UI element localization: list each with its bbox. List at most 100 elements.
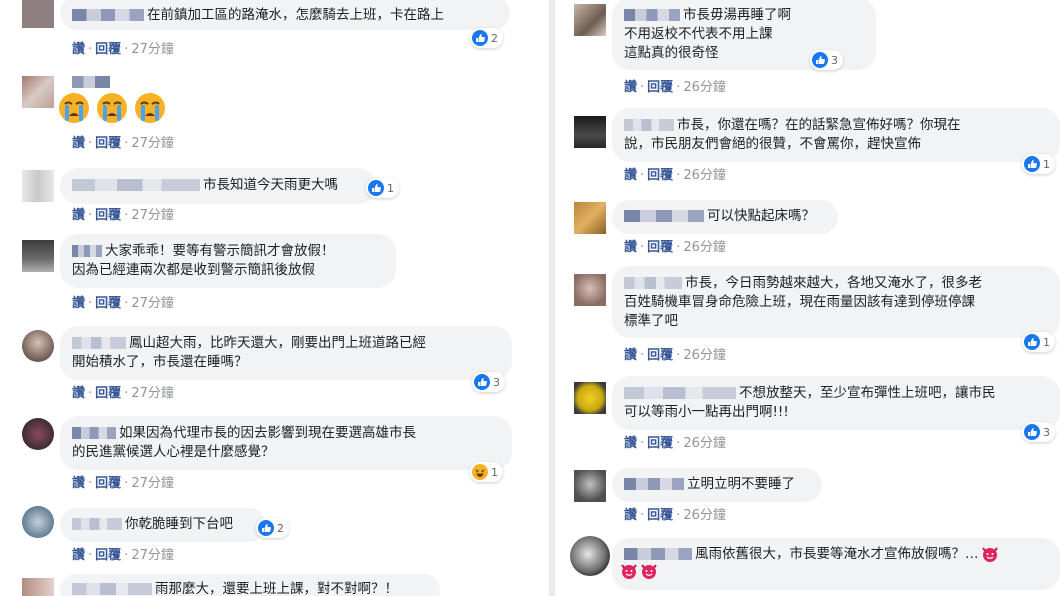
like-link[interactable]: 讚	[72, 548, 85, 563]
like-link[interactable]: 讚	[624, 508, 637, 523]
avatar[interactable]	[22, 240, 54, 272]
commenter-name[interactable]	[72, 583, 152, 595]
commenter-name[interactable]	[624, 387, 736, 399]
reaction-count[interactable]: 1	[1022, 154, 1055, 174]
reaction-count[interactable]: 1	[366, 178, 399, 198]
reaction-count[interactable]: 2	[470, 28, 503, 48]
reaction-count[interactable]: 1	[470, 462, 503, 482]
comment-time[interactable]: 27分鐘	[131, 208, 174, 223]
reply-link[interactable]: 回覆	[95, 42, 121, 57]
crying-emoji-icon	[97, 93, 127, 123]
avatar[interactable]	[22, 170, 54, 202]
avatar[interactable]	[22, 578, 54, 596]
avatar[interactable]	[574, 202, 606, 234]
comment-time[interactable]: 27分鐘	[131, 136, 174, 151]
like-icon	[1024, 424, 1040, 440]
comment-bubble: 如果因為代理市長的因去影響到現在要選高雄市長 的民進黨候選人心裡是什麼感覺？	[60, 416, 512, 470]
avatar[interactable]	[570, 536, 610, 576]
avatar[interactable]	[22, 506, 54, 538]
like-icon	[474, 374, 490, 390]
commenter-name[interactable]	[624, 548, 692, 560]
comment-actions: 讚 · 回覆 · 26分鐘	[624, 436, 726, 451]
avatar[interactable]	[574, 382, 606, 414]
like-link[interactable]: 讚	[72, 136, 85, 151]
avatar[interactable]	[574, 4, 606, 36]
avatar[interactable]	[574, 274, 606, 306]
reaction-count[interactable]: 2	[256, 518, 289, 538]
crying-emoji-icon	[59, 93, 89, 123]
reply-link[interactable]: 回覆	[95, 548, 121, 563]
comment-time[interactable]: 27分鐘	[131, 42, 174, 57]
comment-time[interactable]: 27分鐘	[131, 476, 174, 491]
comment-actions: 讚 · 回覆 · 26分鐘	[624, 348, 726, 363]
comment-bubble: 你乾脆睡到下台吧	[60, 508, 266, 542]
reply-link[interactable]: 回覆	[95, 296, 121, 311]
comment-time[interactable]: 26分鐘	[683, 348, 726, 363]
commenter-name[interactable]	[72, 76, 110, 88]
comment-actions: 讚 · 回覆 · 26分鐘	[624, 508, 726, 523]
commenter-name[interactable]	[72, 9, 144, 21]
commenter-name[interactable]	[624, 210, 704, 222]
like-link[interactable]: 讚	[72, 476, 85, 491]
haha-icon	[472, 464, 488, 480]
comment-time[interactable]: 26分鐘	[683, 436, 726, 451]
comment-time[interactable]: 26分鐘	[683, 80, 726, 95]
comment-text: 市長知道今天雨更大嗎	[203, 177, 338, 193]
commenter-name[interactable]	[72, 245, 102, 257]
like-icon	[812, 52, 828, 68]
avatar[interactable]	[22, 0, 54, 28]
commenter-name[interactable]	[624, 478, 684, 490]
comment-time[interactable]: 26分鐘	[683, 508, 726, 523]
reaction-count[interactable]: 3	[472, 372, 505, 392]
reply-link[interactable]: 回覆	[647, 168, 673, 183]
commenter-name[interactable]	[72, 427, 116, 439]
comment-time[interactable]: 26分鐘	[683, 240, 726, 255]
comment-time[interactable]: 27分鐘	[131, 296, 174, 311]
reply-link[interactable]: 回覆	[647, 240, 673, 255]
like-link[interactable]: 讚	[72, 296, 85, 311]
comment-text: 可以等雨小一點再出門啊!!!	[624, 404, 789, 420]
reply-link[interactable]: 回覆	[647, 508, 673, 523]
avatar[interactable]	[22, 418, 54, 450]
comment-text: 風雨依舊很大，市長要等淹水才宣佈放假嗎？…	[695, 546, 979, 562]
commenter-name[interactable]	[624, 9, 680, 21]
like-link[interactable]: 讚	[624, 436, 637, 451]
avatar[interactable]	[574, 116, 606, 148]
like-link[interactable]: 讚	[624, 240, 637, 255]
reaction-count[interactable]: 3	[810, 50, 843, 70]
comment-time[interactable]: 27分鐘	[131, 386, 174, 401]
like-link[interactable]: 讚	[624, 168, 637, 183]
commenter-name[interactable]	[72, 337, 126, 349]
comment-bubble: 鳳山超大雨，比昨天還大，剛要出門上班道路已經 開始積水了，市長還在睡嗎？	[60, 326, 512, 380]
comment-bubble: 風雨依舊很大，市長要等淹水才宣佈放假嗎？…	[612, 538, 1060, 590]
comment-time[interactable]: 27分鐘	[131, 548, 174, 563]
like-link[interactable]: 讚	[72, 208, 85, 223]
comment-text: 不想放整天，至少宣布彈性上班吧，讓市民	[739, 385, 996, 401]
emoji-row	[58, 92, 172, 128]
like-link[interactable]: 讚	[72, 386, 85, 401]
reply-link[interactable]: 回覆	[647, 436, 673, 451]
comment-bubble: 市長，你還在嗎？在的話緊急宣佈好嗎？你現在 說，市民朋友們會絕的很贊，不會罵你，…	[612, 108, 1060, 162]
reply-link[interactable]: 回覆	[647, 348, 673, 363]
avatar[interactable]	[22, 76, 54, 108]
reply-link[interactable]: 回覆	[95, 208, 121, 223]
comment-text: 在前鎮加工區的路淹水，怎麼騎去上班，卡在路上	[147, 7, 444, 23]
reply-link[interactable]: 回覆	[95, 386, 121, 401]
like-link[interactable]: 讚	[72, 42, 85, 57]
commenter-name[interactable]	[624, 277, 682, 289]
comment-text: 立明立明不要睡了	[687, 476, 795, 492]
like-link[interactable]: 讚	[624, 348, 637, 363]
reply-link[interactable]: 回覆	[647, 80, 673, 95]
commenter-name[interactable]	[72, 179, 200, 191]
comment-text: 市長毋湯再睡了啊	[683, 7, 791, 23]
reaction-count[interactable]: 1	[1022, 332, 1055, 352]
avatar[interactable]	[22, 330, 54, 362]
commenter-name[interactable]	[72, 518, 122, 530]
reaction-count[interactable]: 3	[1022, 422, 1055, 442]
commenter-name[interactable]	[624, 119, 674, 131]
reply-link[interactable]: 回覆	[95, 136, 121, 151]
avatar[interactable]	[574, 470, 606, 502]
reply-link[interactable]: 回覆	[95, 476, 121, 491]
like-link[interactable]: 讚	[624, 80, 637, 95]
comment-time[interactable]: 26分鐘	[683, 168, 726, 183]
